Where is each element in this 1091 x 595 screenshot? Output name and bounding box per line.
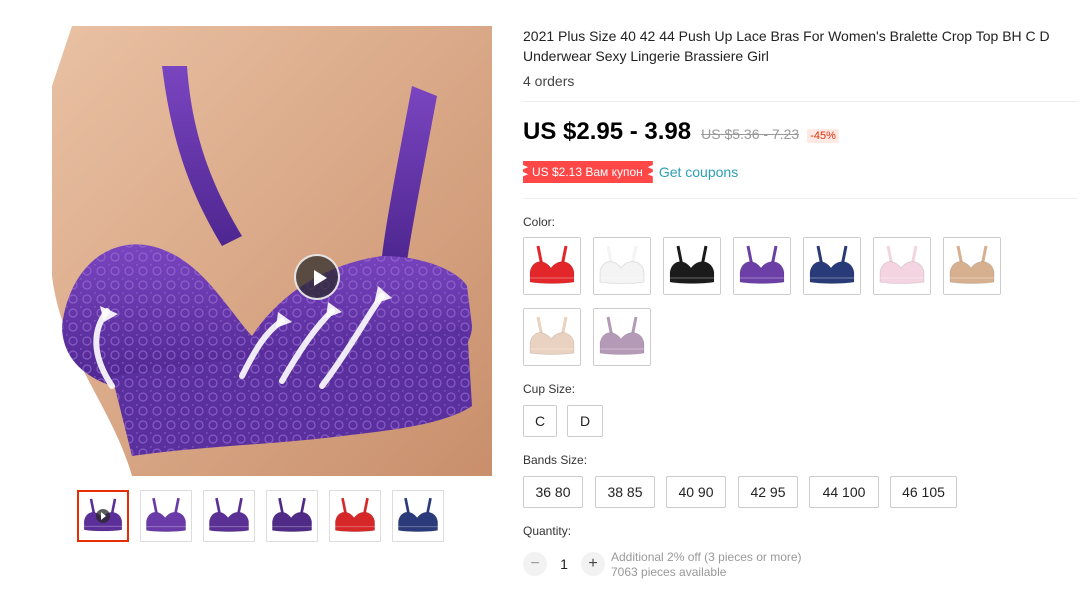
bands-size-option[interactable]: 42 95: [738, 476, 798, 508]
main-product-image[interactable]: [52, 26, 492, 476]
color-swatch-navy[interactable]: [803, 237, 861, 295]
cup-size-option[interactable]: D: [567, 405, 603, 437]
color-swatch-black[interactable]: [663, 237, 721, 295]
cup-size-label: Cup Size:: [523, 382, 576, 396]
cup-size-option[interactable]: C: [523, 405, 557, 437]
price-row: US $2.95 - 3.98 US $5.36 - 7.23 -45%: [523, 118, 839, 146]
color-swatch-pink[interactable]: [873, 237, 931, 295]
gallery-thumbnail[interactable]: [140, 490, 192, 542]
original-price: US $5.36 - 7.23: [701, 126, 800, 142]
get-coupons-link[interactable]: Get coupons: [659, 164, 738, 180]
bands-size-option[interactable]: 46 105: [890, 476, 957, 508]
divider: [523, 198, 1078, 199]
color-swatch-lilac[interactable]: [593, 308, 651, 366]
gallery-thumbnail[interactable]: [77, 490, 129, 542]
gallery-thumbnail[interactable]: [266, 490, 318, 542]
gallery-thumbnail[interactable]: [392, 490, 444, 542]
quantity-label: Quantity:: [523, 524, 572, 538]
play-icon: [96, 509, 110, 523]
bands-size-option[interactable]: 40 90: [666, 476, 726, 508]
orders-count: 4 orders: [523, 73, 575, 89]
discount-badge: -45%: [807, 129, 839, 143]
bands-size-label: Bands Size:: [523, 453, 588, 467]
bands-size-option[interactable]: 36 80: [523, 476, 583, 508]
stock-note: 7063 pieces available: [611, 565, 727, 579]
quantity-increase-button[interactable]: +: [581, 552, 605, 576]
bulk-discount-note: Additional 2% off (3 pieces or more): [611, 550, 802, 564]
price: US $2.95 - 3.98: [523, 118, 692, 145]
gallery-thumbnail[interactable]: [203, 490, 255, 542]
color-swatch-white[interactable]: [593, 237, 651, 295]
bands-size-option[interactable]: 38 85: [595, 476, 655, 508]
quantity-stepper: − 1 +: [523, 552, 605, 576]
thumbnail-strip: [77, 490, 444, 542]
color-label: Color:: [523, 215, 556, 229]
product-title: 2021 Plus Size 40 42 44 Push Up Lace Bra…: [523, 28, 1050, 64]
color-swatch-red[interactable]: [523, 237, 581, 295]
quantity-note: Additional 2% off (3 pieces or more) 706…: [611, 550, 802, 580]
quantity-decrease-button[interactable]: −: [523, 552, 547, 576]
divider: [523, 101, 1078, 102]
color-swatch-skin[interactable]: [943, 237, 1001, 295]
color-swatch-purple[interactable]: [733, 237, 791, 295]
product-photo: [52, 26, 492, 476]
coupon-badge[interactable]: US $2.13 Вам купон: [523, 161, 653, 183]
play-video-icon[interactable]: [294, 254, 340, 300]
coupon-row: US $2.13 Вам купон Get coupons: [523, 161, 738, 183]
quantity-value[interactable]: 1: [547, 556, 581, 572]
gallery-thumbnail[interactable]: [329, 490, 381, 542]
bands-size-option[interactable]: 44 100: [809, 476, 879, 508]
color-swatch-beige[interactable]: [523, 308, 581, 366]
